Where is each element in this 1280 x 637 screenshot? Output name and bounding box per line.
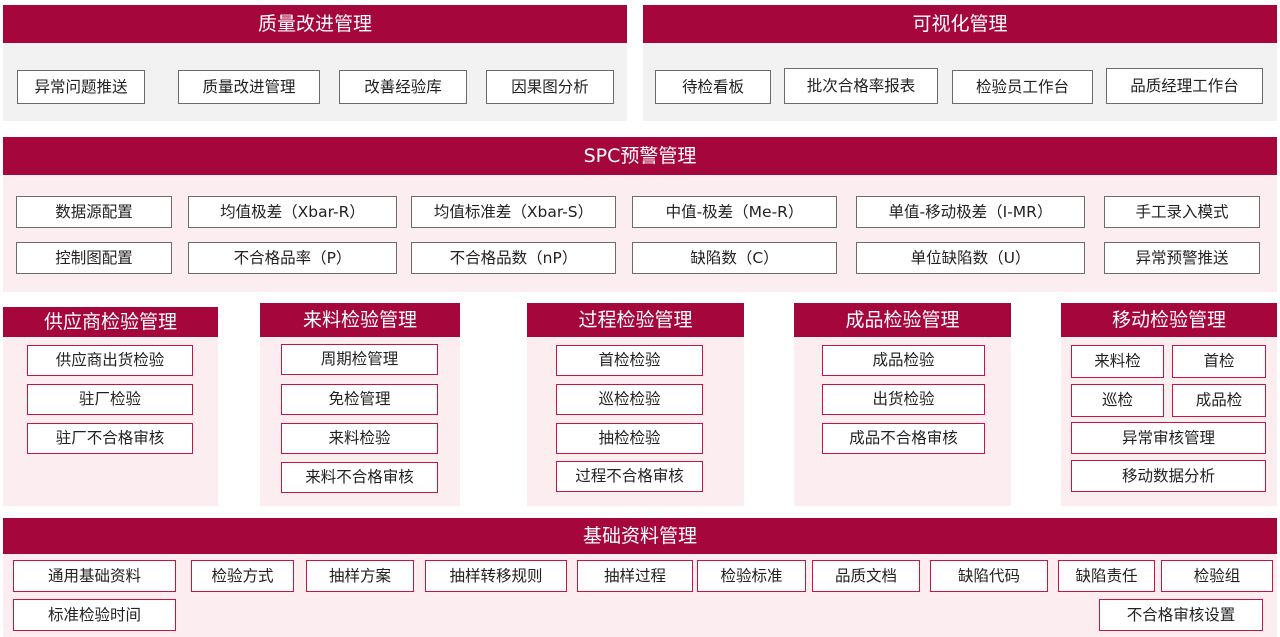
base-item-method[interactable]: 检验方式 xyxy=(191,560,294,592)
mobile-item-incoming[interactable]: 来料检 xyxy=(1071,345,1164,378)
mobile-item-finished[interactable]: 成品检 xyxy=(1172,384,1266,417)
supplier-inspection-title: 供应商检验管理 xyxy=(3,307,218,337)
visual-item-batch-report[interactable]: 批次合格率报表 xyxy=(784,68,938,104)
incoming-inspection-panel: 来料检验管理 周期检管理 免检管理 来料检验 来料不合格审核 xyxy=(260,303,460,506)
spc-u[interactable]: 单位缺陷数（U） xyxy=(856,242,1085,274)
supplier-item-resident-ng[interactable]: 驻厂不合格审核 xyxy=(27,423,193,454)
base-item-inspection-group[interactable]: 检验组 xyxy=(1161,560,1273,592)
base-item-ng-review-settings[interactable]: 不合格审核设置 xyxy=(1099,599,1263,631)
base-item-sampling-rule[interactable]: 抽样转移规则 xyxy=(425,560,567,592)
mobile-inspection-panel: 移动检验管理 来料检 首检 巡检 成品检 异常审核管理 移动数据分析 xyxy=(1061,303,1277,506)
mobile-item-first[interactable]: 首检 xyxy=(1172,345,1266,378)
base-item-sampling-plan[interactable]: 抽样方案 xyxy=(306,560,414,592)
incoming-item-inspection[interactable]: 来料检验 xyxy=(281,423,438,454)
incoming-item-periodic[interactable]: 周期检管理 xyxy=(281,344,438,375)
spc-xbar-s[interactable]: 均值标准差（Xbar-S） xyxy=(411,196,616,228)
mobile-item-abnormal-review[interactable]: 异常审核管理 xyxy=(1071,422,1266,454)
mobile-inspection-title: 移动检验管理 xyxy=(1061,303,1277,337)
base-item-standard-time[interactable]: 标准检验时间 xyxy=(13,599,176,631)
spc-panel: SPC预警管理 数据源配置 均值极差（Xbar-R） 均值标准差（Xbar-S）… xyxy=(3,137,1277,292)
quality-item-fishbone[interactable]: 因果图分析 xyxy=(486,70,614,104)
process-item-sampling[interactable]: 抽检检验 xyxy=(556,423,703,454)
process-inspection-title: 过程检验管理 xyxy=(527,303,744,337)
quality-item-experience-lib[interactable]: 改善经验库 xyxy=(339,70,467,104)
visual-item-pending-board[interactable]: 待检看板 xyxy=(655,70,771,104)
base-data-title: 基础资料管理 xyxy=(3,518,1277,554)
supplier-item-resident[interactable]: 驻厂检验 xyxy=(27,384,193,415)
base-data-panel: 基础资料管理 通用基础资料 检验方式 抽样方案 抽样转移规则 抽样过程 检验标准… xyxy=(3,518,1277,637)
process-item-ng-review[interactable]: 过程不合格审核 xyxy=(556,461,703,492)
visual-item-inspector-desk[interactable]: 检验员工作台 xyxy=(952,70,1093,104)
spc-p[interactable]: 不合格品率（P） xyxy=(188,242,397,274)
finished-item-inspection[interactable]: 成品检验 xyxy=(822,345,985,376)
spc-data-source[interactable]: 数据源配置 xyxy=(16,196,172,228)
incoming-inspection-title: 来料检验管理 xyxy=(260,303,460,337)
quality-improvement-title: 质量改进管理 xyxy=(3,5,627,43)
spc-manual-entry[interactable]: 手工录入模式 xyxy=(1104,196,1260,228)
supplier-item-shipment[interactable]: 供应商出货检验 xyxy=(27,345,193,376)
incoming-item-ng-review[interactable]: 来料不合格审核 xyxy=(281,462,438,493)
quality-improvement-panel: 质量改进管理 异常问题推送 质量改进管理 改善经验库 因果图分析 xyxy=(3,5,627,121)
quality-item-abnormal-push[interactable]: 异常问题推送 xyxy=(17,70,145,104)
base-item-defect-resp[interactable]: 缺陷责任 xyxy=(1058,560,1155,592)
spc-i-mr[interactable]: 单值-移动极差（I-MR） xyxy=(856,196,1085,228)
spc-chart-config[interactable]: 控制图配置 xyxy=(16,242,172,274)
base-item-sampling-process[interactable]: 抽样过程 xyxy=(577,560,693,592)
process-inspection-panel: 过程检验管理 首检检验 巡检检验 抽检检验 过程不合格审核 xyxy=(527,303,744,506)
spc-np[interactable]: 不合格品数（nP） xyxy=(411,242,616,274)
mobile-item-patrol[interactable]: 巡检 xyxy=(1071,384,1164,417)
supplier-inspection-panel: 供应商检验管理 供应商出货检验 驻厂检验 驻厂不合格审核 xyxy=(3,307,218,506)
base-item-standard[interactable]: 检验标准 xyxy=(697,560,806,592)
mobile-item-data-analysis[interactable]: 移动数据分析 xyxy=(1071,460,1266,492)
finished-item-shipment[interactable]: 出货检验 xyxy=(822,384,985,415)
base-item-documents[interactable]: 品质文档 xyxy=(812,560,920,592)
process-item-first[interactable]: 首检检验 xyxy=(556,345,703,376)
spc-xbar-r[interactable]: 均值极差（Xbar-R） xyxy=(188,196,397,228)
quality-item-improvement[interactable]: 质量改进管理 xyxy=(178,70,320,104)
base-item-defect-code[interactable]: 缺陷代码 xyxy=(930,560,1048,592)
visual-item-manager-desk[interactable]: 品质经理工作台 xyxy=(1106,68,1263,104)
visualization-panel: 可视化管理 待检看板 批次合格率报表 检验员工作台 品质经理工作台 xyxy=(643,5,1277,121)
finished-item-ng-review[interactable]: 成品不合格审核 xyxy=(822,423,985,454)
visualization-title: 可视化管理 xyxy=(643,5,1277,43)
spc-title: SPC预警管理 xyxy=(3,137,1277,175)
spc-me-r[interactable]: 中值-极差（Me-R） xyxy=(632,196,837,228)
spc-alert-push[interactable]: 异常预警推送 xyxy=(1104,242,1260,274)
base-item-general[interactable]: 通用基础资料 xyxy=(13,560,176,592)
finished-inspection-panel: 成品检验管理 成品检验 出货检验 成品不合格审核 xyxy=(794,303,1011,506)
finished-inspection-title: 成品检验管理 xyxy=(794,303,1011,337)
spc-c[interactable]: 缺陷数（C） xyxy=(632,242,837,274)
incoming-item-exempt[interactable]: 免检管理 xyxy=(281,384,438,415)
process-item-patrol[interactable]: 巡检检验 xyxy=(556,384,703,415)
